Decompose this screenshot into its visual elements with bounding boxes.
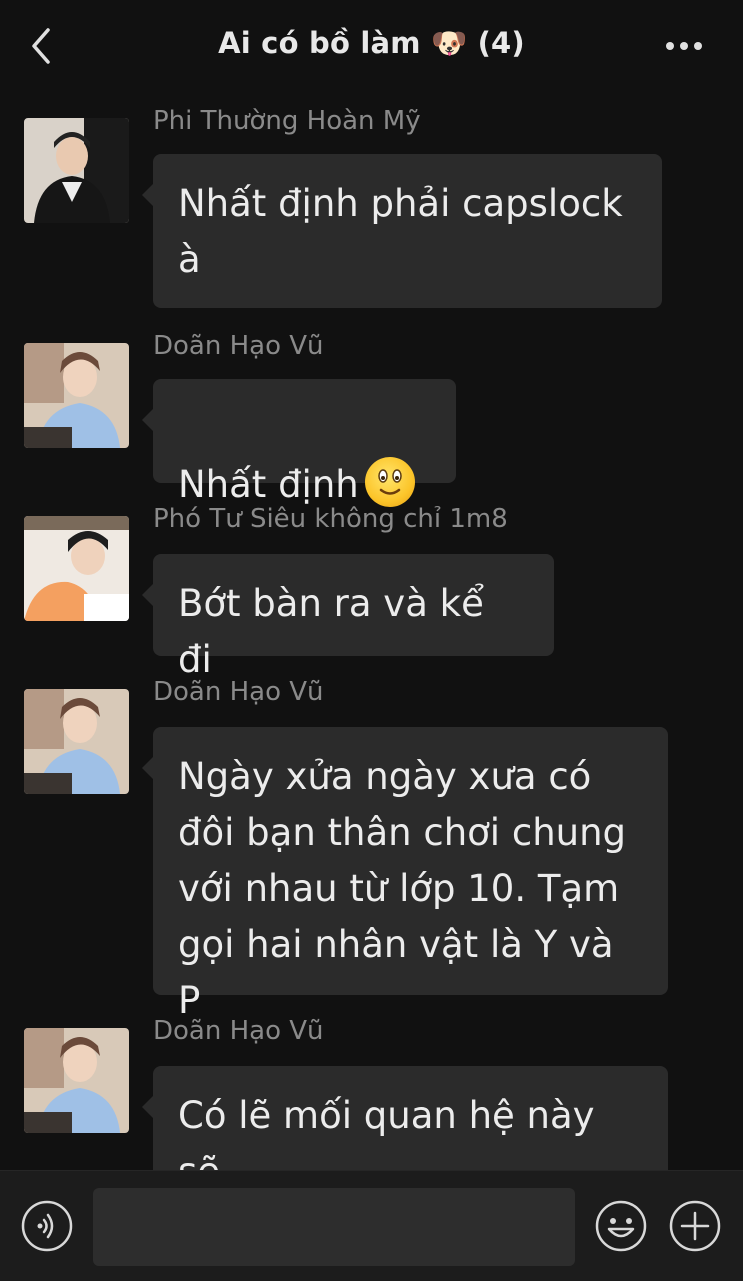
voice-icon — [21, 1200, 73, 1252]
message-input[interactable] — [93, 1188, 575, 1266]
voice-button[interactable] — [20, 1199, 74, 1253]
plus-button[interactable] — [668, 1199, 722, 1253]
sender-name: Doãn Hạo Vũ — [153, 331, 324, 361]
message-bubble[interactable]: Ngày xửa ngày xưa có đôi bạn thân chơi c… — [142, 727, 668, 1022]
sender-name: Doãn Hạo Vũ — [153, 1016, 324, 1046]
avatar[interactable] — [24, 689, 129, 794]
smiling-face-emoji — [364, 457, 415, 507]
chat-title: Ai có bồ làm 🐶 (4) — [218, 26, 525, 60]
avatar[interactable] — [24, 343, 129, 448]
message-bubble[interactable]: Nhất định — [142, 379, 456, 507]
more-button[interactable] — [662, 30, 710, 62]
avatar-image — [24, 1028, 129, 1133]
message-bubble[interactable]: Bớt bàn ra và kể đi — [142, 554, 554, 681]
message-item: Doãn Hạo Vũ Ngày xửa ngày xưa có đôi bạn… — [0, 677, 743, 1022]
sender-name: Doãn Hạo Vũ — [153, 677, 324, 707]
more-horizontal-icon — [666, 42, 702, 50]
message-item: Doãn Hạo Vũ Nhất định — [0, 331, 743, 507]
sender-name: Phi Thường Hoàn Mỹ — [153, 106, 421, 136]
avatar-image — [24, 118, 129, 223]
avatar-image — [24, 516, 129, 621]
avatar[interactable] — [24, 1028, 129, 1133]
avatar[interactable] — [24, 118, 129, 223]
message-list[interactable]: Phi Thường Hoàn Mỹ Nhất định phải capslo… — [0, 92, 743, 1170]
sender-name: Phó Tư Siêu không chỉ 1m8 — [153, 504, 508, 534]
input-bar — [0, 1170, 743, 1281]
message-item: Doãn Hạo Vũ Có lẽ mối quan hệ này sẽ rất… — [0, 1016, 743, 1170]
emoji-button[interactable] — [594, 1199, 648, 1253]
message-item: Phi Thường Hoàn Mỹ Nhất định phải capslo… — [0, 106, 743, 318]
emoji-icon — [595, 1200, 647, 1252]
avatar-image — [24, 689, 129, 794]
message-bubble[interactable]: Nhất định phải capslock à — [142, 154, 662, 308]
avatar-image — [24, 343, 129, 448]
message-text: Nhất định — [178, 463, 359, 506]
message-item: Phó Tư Siêu không chỉ 1m8 Bớt bàn ra và … — [0, 504, 743, 681]
message-bubble[interactable]: Có lẽ mối quan hệ này sẽ rất tốt đẹp nếu… — [142, 1066, 668, 1170]
chat-header: Ai có bồ làm 🐶 (4) — [0, 0, 743, 92]
avatar[interactable] — [24, 516, 129, 621]
plus-icon — [669, 1200, 721, 1252]
